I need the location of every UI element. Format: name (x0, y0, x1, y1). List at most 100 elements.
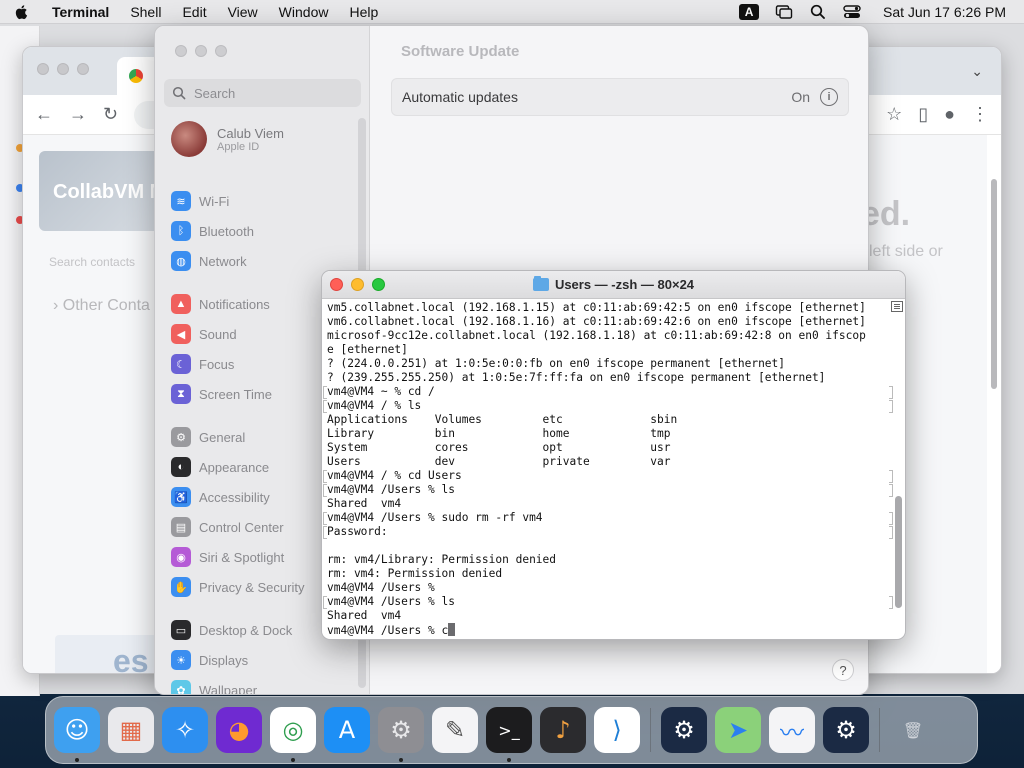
spotlight-search-icon[interactable] (809, 4, 827, 20)
sidebar-item-wi-fi[interactable]: ≋ Wi-Fi (171, 190, 229, 212)
scroll-thumb[interactable] (991, 179, 997, 389)
sidebar-item-label: Displays (199, 652, 249, 668)
menu-edit[interactable]: Edit (182, 4, 206, 20)
garageband-icon[interactable]: ♪ (540, 707, 586, 753)
page-subtext-fragment: left side or (869, 243, 943, 260)
zoom-button[interactable] (215, 45, 227, 57)
textedit-icon[interactable]: ✎ (432, 707, 478, 753)
profile-subtitle: Apple ID (217, 140, 260, 153)
menu-view[interactable]: View (228, 4, 258, 20)
close-button[interactable] (175, 45, 187, 57)
sidebar-item-wallpaper[interactable]: ✿ Wallpaper (171, 679, 257, 694)
sidebar-item-label: Notifications (199, 296, 270, 312)
apple-id-profile[interactable]: Calub Viem Apple ID (171, 121, 284, 157)
close-button[interactable] (330, 278, 343, 291)
terminal-line-text: rm: vm4/Library: Permission denied (327, 553, 557, 566)
apple-menu-icon[interactable] (14, 3, 30, 21)
terminal-line-text: Library bin home tmp (327, 427, 671, 440)
menu-bar: Terminal Shell Edit View Window Help A S… (0, 0, 1024, 24)
settings-search[interactable] (164, 79, 361, 107)
more-menu-icon[interactable]: ⋮ (971, 104, 989, 125)
menu-window[interactable]: Window (279, 4, 329, 20)
zoom-button[interactable] (77, 63, 89, 75)
sidebar-item-label: Bluetooth (199, 223, 254, 239)
sidebar-item-network[interactable]: ◍ Network (171, 250, 247, 272)
app-store-icon[interactable]: A (324, 707, 370, 753)
automatic-updates-row[interactable]: Automatic updates On i (391, 78, 849, 116)
launchpad-icon[interactable]: ▦ (108, 707, 154, 753)
sidebar-item-general[interactable]: ⚙ General (171, 426, 245, 448)
dock-app-glyph: ▦ (119, 716, 143, 744)
terminal-line: rm: vm4/Library: Permission denied (327, 553, 903, 567)
terminal-output[interactable]: vm5.collabnet.local (192.168.1.15) at c0… (322, 299, 905, 639)
maps-icon[interactable]: ➤ (715, 707, 761, 753)
dock-app-glyph: ☺ (64, 716, 90, 744)
control-center-icon[interactable] (843, 4, 861, 20)
bookmark-star-icon[interactable]: ☆ (886, 104, 902, 125)
forward-arrow-icon[interactable]: → (69, 104, 87, 125)
sidebar-item-sound[interactable]: ◀ Sound (171, 323, 237, 345)
terminal-marks-icon[interactable] (891, 301, 903, 312)
sidebar-item-desktop-dock[interactable]: ▭ Desktop & Dock (171, 619, 292, 641)
menu-help[interactable]: Help (349, 4, 378, 20)
sidebar-item-screen-time[interactable]: ⧗ Screen Time (171, 383, 272, 405)
sidebar-item-bluetooth[interactable]: ᛒ Bluetooth (171, 220, 254, 242)
minimize-button[interactable] (57, 63, 69, 75)
zoom-button[interactable] (372, 278, 385, 291)
search-input[interactable] (194, 85, 354, 101)
info-icon[interactable]: i (820, 88, 838, 106)
terminal-line-text: vm4@VM4 /Users % c (327, 624, 449, 637)
terminal-line-text: ? (239.255.255.250) at 1:0:5e:7f:ff:fa o… (327, 371, 826, 384)
reload-icon[interactable]: ↻ (103, 104, 118, 125)
terminal-line-text: ? (224.0.0.251) at 1:0:5e:0:0:fb on en0 … (327, 357, 786, 370)
steam-icon[interactable]: ⚙ (661, 707, 707, 753)
screen-mirroring-icon[interactable] (775, 4, 793, 20)
minimize-button[interactable] (195, 45, 207, 57)
dock-app-glyph: ⚙ (673, 716, 695, 744)
side-panel-icon[interactable]: ▯ (918, 104, 928, 125)
firefox-icon[interactable]: ◕ (216, 707, 262, 753)
sidebar-item-notifications[interactable]: ▲ Notifications (171, 293, 270, 315)
sidebar-item-accessibility[interactable]: ♿ Accessibility (171, 486, 270, 508)
terminal-line: vm4@VM4 / % ls (323, 399, 903, 413)
input-source-icon[interactable]: A (739, 3, 760, 20)
vscode-icon[interactable]: ⟩ (594, 707, 640, 753)
terminal-line: Password: (323, 525, 903, 539)
close-button[interactable] (37, 63, 49, 75)
menu-app-name[interactable]: Terminal (52, 4, 109, 20)
freeform-icon[interactable]: 〰 (769, 707, 815, 753)
finder-icon[interactable]: ☺ (54, 707, 100, 762)
sidebar-item-focus[interactable]: ☾ Focus (171, 353, 234, 375)
steam-icon-2[interactable]: ⚙ (823, 707, 869, 753)
terminal-line: vm4@VM4 /Users % (327, 581, 903, 595)
sidebar-item-control-center[interactable]: ▤ Control Center (171, 516, 284, 538)
dock-separator (650, 708, 651, 752)
help-button[interactable]: ? (832, 659, 854, 681)
sidebar-item-privacy-security[interactable]: ✋ Privacy & Security (171, 576, 304, 598)
system-settings-icon[interactable]: ⚙ (378, 707, 424, 762)
safari-icon[interactable]: ✧ (162, 707, 208, 753)
search-icon (172, 86, 186, 100)
sidebar-item-label: Screen Time (199, 386, 272, 402)
minimize-button[interactable] (351, 278, 364, 291)
trash-icon[interactable]: 🗑 (890, 707, 936, 753)
chrome-icon[interactable]: ◎ (270, 707, 316, 762)
terminal-scrollbar[interactable] (895, 496, 902, 608)
sidebar-item-label: Focus (199, 356, 235, 372)
menu-shell[interactable]: Shell (130, 4, 161, 20)
profile-icon[interactable]: ● (944, 104, 955, 125)
chevron-down-icon[interactable]: ⌄ (971, 63, 983, 80)
menu-clock[interactable]: Sat Jun 17 6:26 PM (883, 4, 1006, 20)
sidebar-item-label: Accessibility (199, 489, 270, 505)
page-scrollbar[interactable] (987, 135, 1001, 673)
terminal-line-text: Password: (327, 525, 388, 538)
dock-app-glyph: A (338, 716, 356, 744)
sidebar-item-displays[interactable]: ☀ Displays (171, 649, 248, 671)
terminal-icon[interactable]: >_ (486, 707, 532, 762)
sidebar-item-appearance[interactable]: ◐ Appearance (171, 456, 269, 478)
terminal-titlebar[interactable]: Users — -zsh — 80×24 (322, 271, 905, 299)
sidebar-item-siri-spotlight[interactable]: ◉ Siri & Spotlight (171, 546, 284, 568)
terminal-line: rm: vm4: Permission denied (327, 567, 903, 581)
back-arrow-icon[interactable]: ← (35, 104, 53, 125)
